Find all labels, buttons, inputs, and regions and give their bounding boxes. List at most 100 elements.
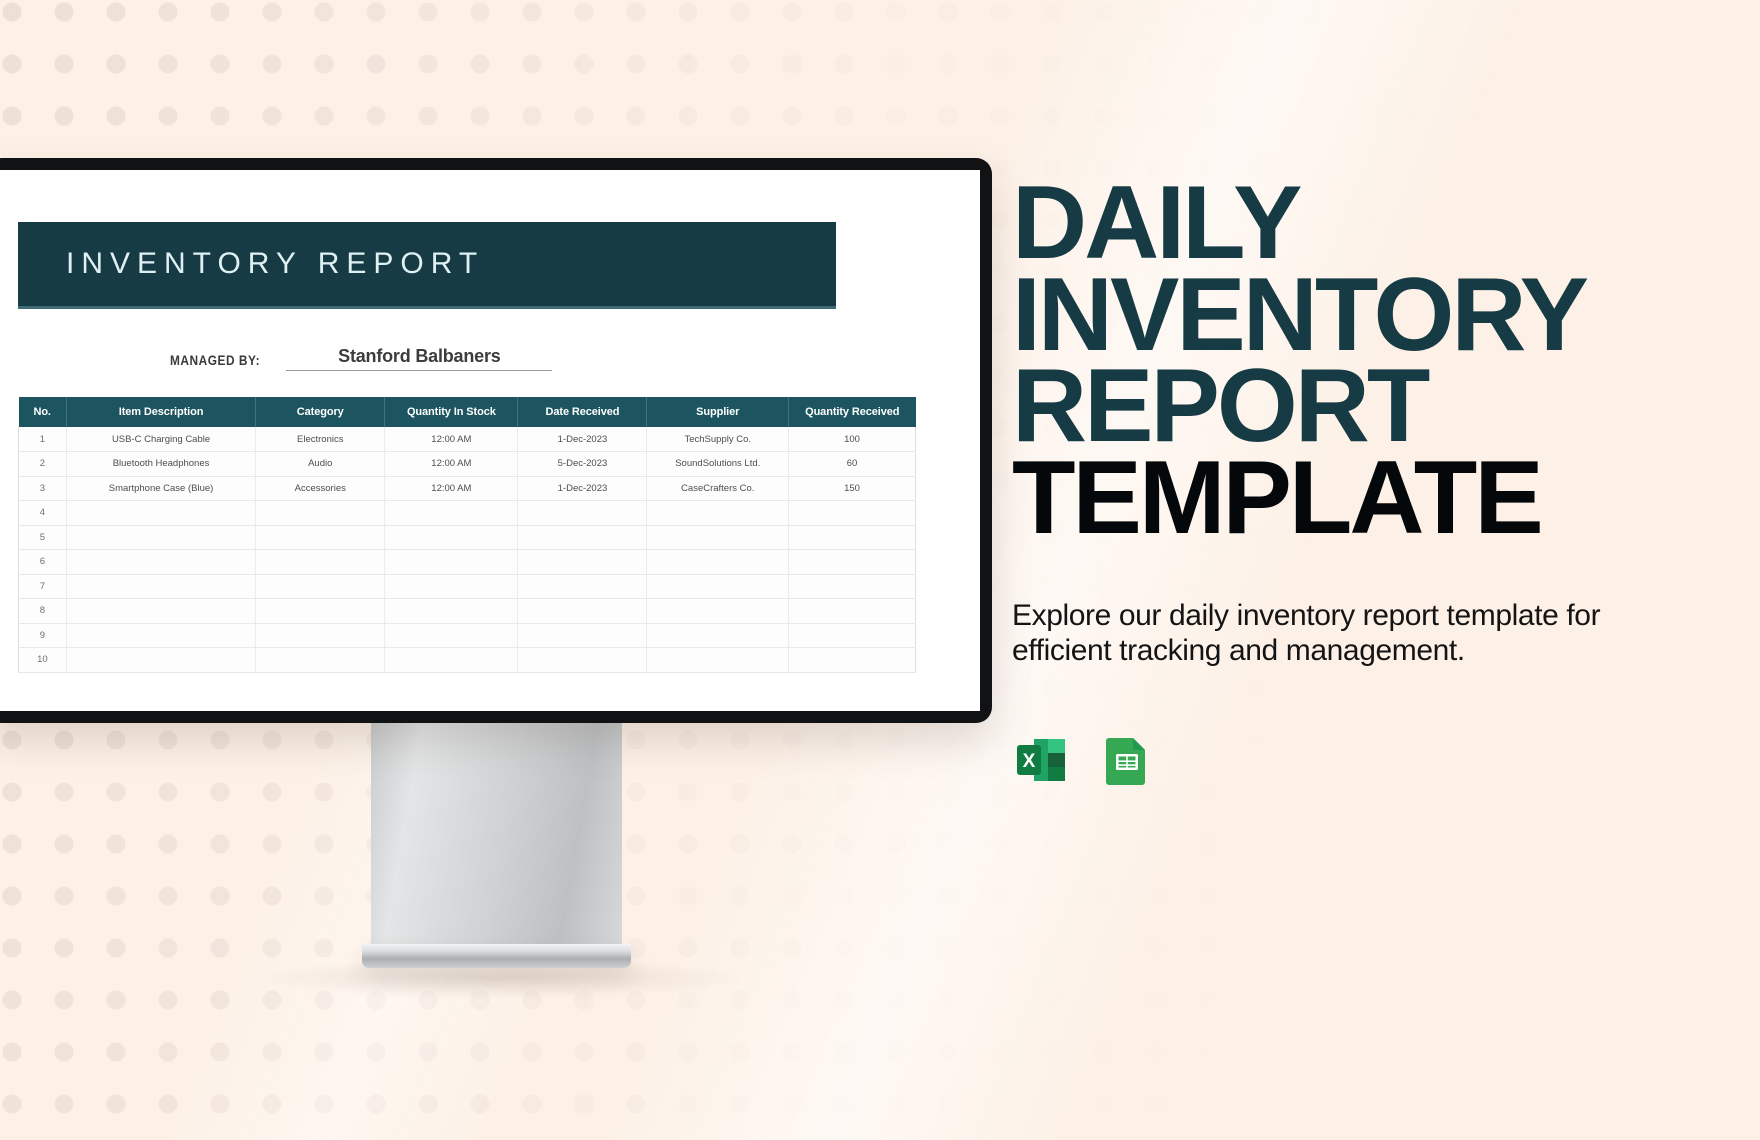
cell-quantity-received[interactable]: 60 <box>788 451 916 477</box>
cell-item-description[interactable] <box>66 647 257 673</box>
cell-date-received[interactable] <box>517 574 648 599</box>
cell-quantity-received[interactable] <box>788 598 916 624</box>
cell-quantity-in-stock[interactable]: 12:00 AM <box>384 427 519 452</box>
poster-canvas: INVENTORY REPORT MANAGED BY: Stanford Ba… <box>0 0 1760 1140</box>
cell-category[interactable] <box>255 647 386 673</box>
headline-line-3: REPORT <box>1012 348 1430 465</box>
managed-by-label: MANAGED BY: <box>170 353 261 368</box>
cell-date-received[interactable] <box>517 623 648 648</box>
cell-item-description[interactable] <box>66 525 257 550</box>
cell-quantity-in-stock[interactable] <box>384 549 519 575</box>
cell-item-description[interactable]: USB-C Charging Cable <box>66 427 257 452</box>
cell-item-description[interactable] <box>66 500 257 526</box>
table-row[interactable]: 5 <box>18 525 916 550</box>
cell-item-description[interactable] <box>66 623 257 648</box>
table-row[interactable]: 3 Smartphone Case (Blue) Accessories 12:00 … <box>18 476 916 501</box>
cell-category[interactable]: Audio <box>255 451 386 477</box>
cell-date-received[interactable] <box>517 525 648 550</box>
cell-item-description[interactable]: Bluetooth Headphones <box>66 451 257 477</box>
cell-supplier[interactable] <box>646 623 789 648</box>
cell-quantity-in-stock[interactable]: 12:00 AM <box>384 451 519 477</box>
cell-no[interactable]: 9 <box>18 623 67 648</box>
cell-supplier[interactable] <box>646 525 789 550</box>
headline-line-1: DAILY <box>1012 165 1302 281</box>
table-row[interactable]: 4 <box>18 500 916 526</box>
cell-quantity-received[interactable] <box>788 549 916 575</box>
cell-date-received[interactable] <box>517 549 648 575</box>
table-row[interactable]: 1 USB-C Charging Cable Electronics 12:00 AM… <box>18 427 916 452</box>
cell-item-description[interactable]: Smartphone Case (Blue) <box>66 476 257 501</box>
cell-no[interactable]: 7 <box>18 574 67 599</box>
cell-category[interactable]: Electronics <box>255 427 386 452</box>
cell-category[interactable] <box>255 574 386 599</box>
cell-item-description[interactable] <box>66 598 257 624</box>
promo-panel: DAILY INVENTORY REPORT TEMPLATE Explore … <box>1012 165 1732 789</box>
cell-quantity-in-stock[interactable] <box>384 623 519 648</box>
cell-date-received[interactable] <box>517 598 648 624</box>
cell-category[interactable] <box>255 623 386 648</box>
cell-date-received[interactable]: 1-Dec-2023 <box>517 476 648 501</box>
cell-no[interactable]: 2 <box>18 451 67 477</box>
cell-supplier[interactable] <box>646 574 789 599</box>
cell-quantity-in-stock[interactable] <box>384 574 519 599</box>
cell-category[interactable] <box>255 549 386 575</box>
table-row[interactable]: 6 <box>18 549 916 575</box>
cell-quantity-in-stock[interactable] <box>384 525 519 550</box>
cell-quantity-in-stock[interactable] <box>384 500 519 526</box>
cell-quantity-in-stock[interactable]: 12:00 AM <box>384 476 519 501</box>
cell-supplier[interactable] <box>646 647 789 673</box>
cell-quantity-received[interactable] <box>788 623 916 648</box>
cell-quantity-received[interactable] <box>788 500 916 526</box>
cell-date-received[interactable]: 1-Dec-2023 <box>517 427 648 452</box>
cell-no[interactable]: 10 <box>18 647 67 673</box>
cell-quantity-in-stock[interactable] <box>384 598 519 624</box>
cell-quantity-received[interactable] <box>788 647 916 673</box>
cell-no[interactable]: 4 <box>18 500 67 526</box>
table-row[interactable]: 8 <box>18 598 916 624</box>
cell-date-received[interactable]: 5-Dec-2023 <box>517 451 648 477</box>
cell-date-received[interactable] <box>517 500 648 526</box>
cell-quantity-received[interactable]: 150 <box>788 476 916 501</box>
column-header-date-received: Date Received <box>517 397 648 427</box>
table-row[interactable]: 7 <box>18 574 916 599</box>
table-row[interactable]: 10 <box>18 647 916 673</box>
cell-quantity-in-stock[interactable] <box>384 647 519 673</box>
svg-text:X: X <box>1023 751 1036 772</box>
cell-quantity-received[interactable]: 100 <box>788 427 916 452</box>
cell-item-description[interactable] <box>66 574 257 599</box>
cell-no[interactable]: 3 <box>18 476 67 501</box>
cell-no[interactable]: 1 <box>18 427 67 452</box>
cell-no[interactable]: 5 <box>18 525 67 550</box>
google-sheets-icon[interactable] <box>1098 731 1156 789</box>
column-header-quantity-in-stock: Quantity In Stock <box>384 397 519 427</box>
cell-item-description[interactable] <box>66 549 257 575</box>
inventory-report-document: INVENTORY REPORT MANAGED BY: Stanford Ba… <box>0 170 980 711</box>
cell-date-received[interactable] <box>517 647 648 673</box>
monitor-stand-base <box>362 944 631 968</box>
monitor-mockup: INVENTORY REPORT MANAGED BY: Stanford Ba… <box>0 158 992 723</box>
monitor-bezel: INVENTORY REPORT MANAGED BY: Stanford Ba… <box>0 158 992 723</box>
cell-no[interactable]: 6 <box>18 549 67 575</box>
cell-category[interactable]: Accessories <box>255 476 386 501</box>
cell-supplier[interactable] <box>646 500 789 526</box>
cell-supplier[interactable] <box>646 598 789 624</box>
report-title: INVENTORY REPORT <box>66 247 485 280</box>
cell-category[interactable] <box>255 598 386 624</box>
table-row[interactable]: 2 Bluetooth Headphones Audio 12:00 AM 5-Dec-… <box>18 451 916 477</box>
cell-quantity-received[interactable] <box>788 574 916 599</box>
cell-category[interactable] <box>255 525 386 550</box>
cell-no[interactable]: 8 <box>18 598 67 624</box>
headline-line-4: TEMPLATE <box>1012 439 1544 556</box>
cell-category[interactable] <box>255 500 386 526</box>
cell-supplier[interactable]: TechSupply Co. <box>646 427 789 452</box>
table-row[interactable]: 9 <box>18 623 916 648</box>
cell-supplier[interactable]: SoundSolutions Ltd. <box>646 451 789 477</box>
inventory-table-body: 1 USB-C Charging Cable Electronics 12:00 AM… <box>18 427 916 673</box>
cell-quantity-received[interactable] <box>788 525 916 550</box>
cell-supplier[interactable] <box>646 549 789 575</box>
microsoft-excel-icon[interactable]: X <box>1012 731 1070 789</box>
managed-by-field[interactable]: Stanford Balbaners <box>286 346 553 371</box>
cell-supplier[interactable]: CaseCrafters Co. <box>646 476 789 501</box>
inventory-table: No. Item Description Category Quantity I… <box>18 397 916 673</box>
monitor-stand-neck <box>371 722 622 948</box>
